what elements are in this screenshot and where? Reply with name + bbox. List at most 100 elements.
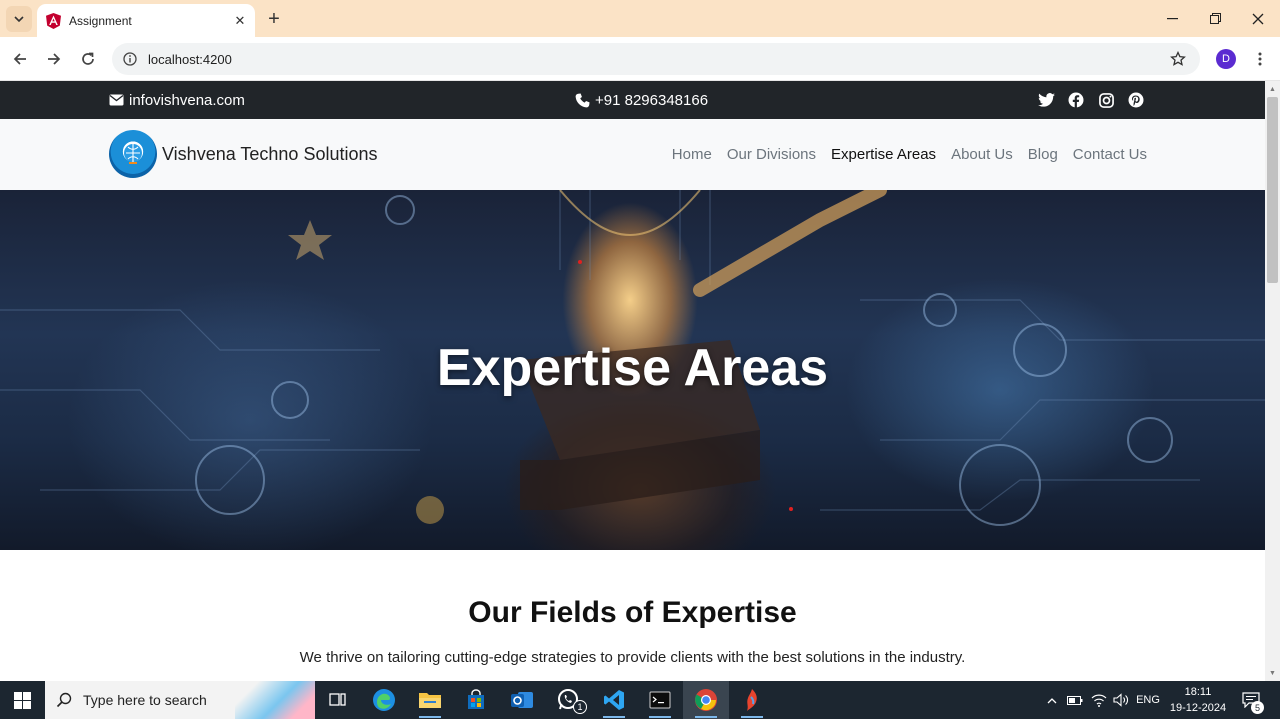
vscode-icon: [604, 690, 624, 710]
speaker-icon: [1113, 693, 1128, 707]
email-link[interactable]: infovishvena.com: [109, 81, 245, 119]
email-text: infovishvena.com: [129, 91, 245, 109]
active-indicator: [741, 716, 763, 718]
scroll-down-arrow-icon[interactable]: ▼: [1265, 667, 1280, 679]
pinterest-icon[interactable]: [1127, 91, 1145, 109]
close-window-button[interactable]: [1236, 0, 1280, 37]
nav-link-expertise-areas[interactable]: Expertise Areas: [831, 146, 936, 163]
nav-link-home[interactable]: Home: [672, 146, 712, 163]
profile-avatar[interactable]: D: [1216, 49, 1236, 69]
reload-button[interactable]: [75, 46, 101, 72]
minimize-button[interactable]: [1150, 0, 1194, 37]
site-info-icon[interactable]: [114, 43, 146, 75]
url-text[interactable]: localhost:4200: [148, 52, 1162, 67]
edge-icon: [373, 689, 395, 711]
close-icon: [1252, 13, 1264, 24]
scroll-up-arrow-icon[interactable]: ▲: [1265, 83, 1280, 95]
windows-logo-icon: [14, 691, 31, 709]
restore-icon: [1209, 13, 1221, 24]
task-view-icon: [329, 693, 346, 706]
restore-button[interactable]: [1193, 0, 1237, 37]
phone-icon: [575, 92, 590, 107]
folder-icon: [419, 693, 441, 708]
contact-topbar: infovishvena.com +91 8296348166: [0, 81, 1265, 119]
social-links: [1037, 81, 1145, 119]
input-language[interactable]: ENG: [1134, 681, 1162, 719]
clock-time: 18:11: [1184, 686, 1212, 698]
arrow-left-icon: [13, 53, 26, 65]
page-scrollbar[interactable]: ▲ ▼: [1265, 81, 1280, 681]
nav-link-contact-us[interactable]: Contact Us: [1073, 146, 1147, 163]
notification-center-button[interactable]: 5: [1236, 681, 1266, 719]
browser-toolbar: localhost:4200 D: [0, 37, 1280, 81]
bookmark-star-icon[interactable]: [1162, 43, 1194, 75]
taskbar-chrome[interactable]: [683, 681, 729, 719]
windows-taskbar: Type here to search 1 ENG 18:11 19-12-20…: [0, 681, 1280, 719]
battery-status[interactable]: [1064, 681, 1086, 719]
chrome-icon: [695, 689, 717, 711]
taskbar-whatsapp[interactable]: 1: [545, 681, 591, 719]
nav-link-blog[interactable]: Blog: [1028, 146, 1058, 163]
section-title: Our Fields of Expertise: [468, 596, 797, 629]
taskbar-outlook[interactable]: [499, 681, 545, 719]
battery-icon: [1067, 695, 1083, 705]
browser-tab-assignment[interactable]: Assignment ✕: [37, 4, 255, 37]
whatsapp-unread-badge: 1: [573, 700, 587, 714]
clock-date: 19-12-2024: [1169, 702, 1227, 714]
active-indicator: [419, 716, 441, 718]
forward-button[interactable]: [41, 46, 67, 72]
taskbar-store[interactable]: [453, 681, 499, 719]
search-placeholder: Type here to search: [83, 692, 207, 708]
nav-link-about-us[interactable]: About Us: [951, 146, 1013, 163]
show-hidden-icons-button[interactable]: [1042, 681, 1062, 719]
chevron-down-icon: [14, 16, 24, 23]
task-view-button[interactable]: [315, 681, 361, 719]
outlook-icon: [511, 692, 533, 708]
wifi-icon: [1091, 694, 1107, 707]
hero-banner: Expertise Areas: [0, 190, 1265, 550]
scrollbar-thumb[interactable]: [1267, 97, 1278, 283]
hero-title: Expertise Areas: [436, 339, 829, 397]
volume-control[interactable]: [1110, 681, 1132, 719]
taskbar-git-tool[interactable]: [729, 681, 775, 719]
facebook-icon[interactable]: [1067, 91, 1085, 109]
expertise-intro-section: Our Fields of Expertise We thrive on tai…: [0, 550, 1265, 681]
arrow-right-icon: [48, 53, 61, 65]
close-tab-icon[interactable]: ✕: [229, 10, 251, 32]
taskbar-file-explorer[interactable]: [407, 681, 453, 719]
nav-link-our-divisions[interactable]: Our Divisions: [727, 146, 816, 163]
taskbar-search-box[interactable]: Type here to search: [45, 681, 315, 719]
tab-title: Assignment: [69, 13, 132, 28]
page-viewport: infovishvena.com +91 8296348166 Vishvena…: [0, 81, 1265, 681]
angular-icon: [45, 12, 61, 29]
git-tool-icon: [747, 689, 757, 711]
active-indicator: [695, 716, 717, 718]
new-tab-button[interactable]: +: [262, 7, 286, 31]
terminal-icon: [649, 691, 671, 709]
system-clock[interactable]: 18:11 19-12-2024: [1168, 684, 1228, 716]
network-status[interactable]: [1088, 681, 1110, 719]
company-logo: [109, 130, 157, 178]
twitter-icon[interactable]: [1037, 91, 1055, 109]
taskbar-vscode[interactable]: [591, 681, 637, 719]
tab-search-button[interactable]: [6, 6, 32, 32]
search-highlight-image: [235, 681, 315, 719]
back-button[interactable]: [7, 46, 33, 72]
start-button[interactable]: [0, 681, 45, 719]
taskbar-terminal[interactable]: [637, 681, 683, 719]
store-icon: [468, 689, 484, 709]
active-indicator: [603, 716, 625, 718]
phone-link[interactable]: +91 8296348166: [575, 81, 708, 119]
envelope-icon: [109, 94, 124, 106]
taskbar-edge[interactable]: [361, 681, 407, 719]
phone-text: +91 8296348166: [595, 91, 709, 109]
address-bar[interactable]: localhost:4200: [112, 43, 1200, 75]
browser-menu-icon[interactable]: [1250, 47, 1270, 71]
brand-link[interactable]: Vishvena Techno Solutions: [109, 130, 378, 178]
search-icon: [45, 692, 83, 708]
browser-tabstrip: Assignment ✕ +: [0, 0, 1280, 37]
instagram-icon[interactable]: [1097, 91, 1115, 109]
reload-icon: [82, 52, 94, 65]
chevron-up-icon: [1047, 697, 1057, 703]
main-navbar: Vishvena Techno Solutions Home Our Divis…: [0, 119, 1265, 190]
